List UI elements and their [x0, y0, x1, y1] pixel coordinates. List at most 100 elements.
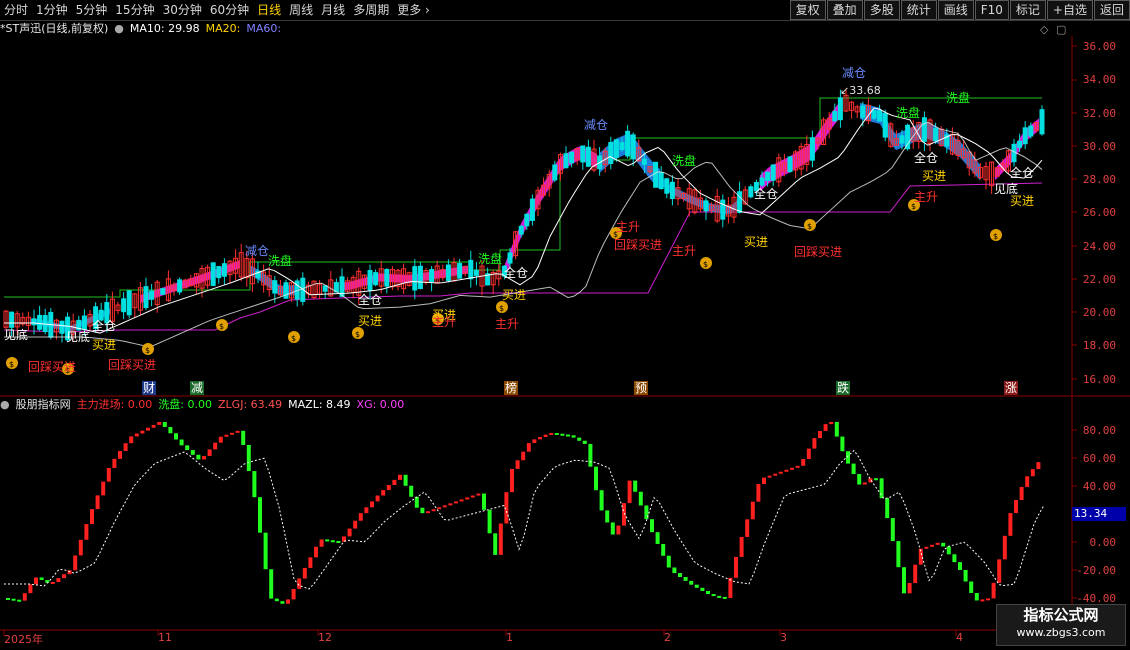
osc-bar: [162, 422, 167, 427]
osc-bar: [185, 445, 190, 451]
osc-bar: [370, 501, 374, 508]
price-tick: 34.00: [1082, 73, 1116, 86]
osc-bar: [633, 480, 638, 492]
money-bag-symbol: $: [993, 232, 998, 241]
osc-bar: [11, 598, 16, 601]
osc-bar: [851, 463, 856, 475]
osc-bar: [6, 598, 10, 600]
watermark-logo: 指标公式网 www.zbgs3.com: [996, 604, 1126, 646]
event-tag-cai[interactable]: 财: [142, 381, 156, 395]
osc-bar: [482, 493, 486, 510]
osc-bar: [190, 450, 195, 455]
osc-bar: [784, 469, 789, 472]
price-tick: 36.00: [1082, 40, 1116, 53]
candle-body: [871, 110, 877, 119]
candle-body: [445, 264, 451, 281]
event-tag-jian[interactable]: 减: [190, 381, 204, 395]
date-label: 11: [158, 631, 172, 644]
osc-bar: [168, 426, 173, 434]
candle-body: [373, 272, 379, 286]
candle-body: [569, 151, 575, 164]
signal-huicai: 回踩买进: [794, 245, 843, 259]
osc-bar: [291, 588, 296, 600]
signal-quancang: 全仓: [914, 151, 939, 165]
signal-maijin: 买进: [502, 288, 527, 302]
candle-body: [630, 134, 636, 160]
price-tick: 16.00: [1082, 373, 1116, 386]
osc-bar: [269, 569, 274, 599]
osc-bar: [795, 465, 800, 468]
osc-bar: [510, 468, 514, 493]
event-tag-zhang[interactable]: 涨: [1004, 381, 1018, 395]
osc-bar: [902, 567, 906, 594]
candle-body: [770, 164, 776, 181]
osc-tick: -20.00: [1076, 564, 1116, 577]
candle-body: [518, 225, 524, 235]
candle-body: [608, 142, 614, 164]
osc-bar: [890, 518, 895, 542]
osc-bar: [728, 577, 733, 598]
candle-body: [367, 269, 373, 291]
candle-body: [283, 282, 289, 299]
osc-bar: [980, 599, 985, 602]
osc-bar: [532, 439, 537, 444]
candle-body: [787, 156, 793, 173]
osc-bar: [1014, 500, 1018, 514]
osc-bar: [1008, 513, 1013, 536]
money-bag-icon: $: [216, 319, 228, 331]
price-tick: 26.00: [1082, 206, 1116, 219]
osc-bar: [974, 592, 979, 601]
osc-bar: [459, 499, 464, 502]
osc-bar: [286, 599, 290, 604]
candle-body: [619, 142, 625, 151]
event-tag-die[interactable]: 跌: [836, 381, 850, 395]
osc-bar: [213, 442, 218, 450]
candle-body: [210, 262, 216, 286]
candle-body: [1022, 127, 1028, 145]
candle-body: [877, 110, 883, 122]
osc-bar: [207, 449, 212, 457]
osc-bar: [577, 437, 582, 441]
money-bag-symbol: $: [9, 360, 14, 369]
osc-bar: [896, 541, 901, 568]
osc-bar: [616, 525, 621, 535]
osc-bar: [90, 509, 94, 525]
high-price-value: 33.68: [849, 84, 881, 97]
price-tick: 30.00: [1082, 140, 1116, 153]
event-tag-bang[interactable]: 榜: [504, 381, 518, 395]
osc-bar: [308, 557, 313, 568]
osc-bar: [179, 439, 184, 446]
candle-body: [905, 124, 911, 150]
money-bag-symbol: $: [291, 334, 296, 343]
signal-xipan: 洗盘: [672, 154, 697, 168]
osc-bar: [106, 467, 111, 482]
signal-zhusheng: 主升: [616, 220, 641, 234]
osc-bar: [627, 480, 632, 504]
candle-body: [457, 262, 463, 279]
osc-bar: [935, 542, 940, 545]
osc-bar: [599, 490, 604, 511]
high-price-label: ↙33.68: [840, 84, 881, 97]
osc-bar: [112, 458, 117, 468]
money-bag-icon: $: [288, 331, 300, 343]
event-tag-yu[interactable]: 预: [634, 381, 648, 395]
osc-bar: [655, 532, 660, 544]
money-bag-symbol: $: [807, 222, 812, 231]
candle-body: [641, 158, 647, 165]
date-label: 2025年: [4, 633, 43, 646]
candle-body: [653, 161, 659, 188]
osc-bar: [347, 528, 352, 537]
osc-tick: 60.00: [1082, 452, 1116, 465]
osc-bar: [364, 507, 369, 514]
osc-bar: [750, 501, 755, 520]
osc-bar: [241, 430, 246, 445]
osc-bar: [174, 433, 178, 440]
osc-bar: [454, 501, 458, 504]
osc-bar: [1002, 535, 1007, 560]
osc-bar: [129, 436, 134, 444]
signal-zhusheng: 主升: [432, 315, 457, 329]
signal-zhusheng: 主升: [914, 190, 939, 204]
osc-bar: [437, 507, 442, 510]
osc-bar: [969, 581, 974, 593]
osc-bar: [157, 422, 162, 425]
